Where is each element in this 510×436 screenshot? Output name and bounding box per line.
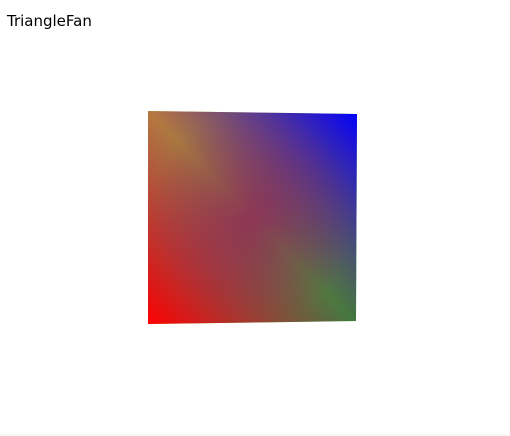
triangle-fan-canvas (148, 111, 357, 324)
fan-polygon-center (148, 111, 357, 324)
app-window: TriangleFan (0, 0, 510, 436)
triangle-fan-quad (148, 111, 357, 324)
